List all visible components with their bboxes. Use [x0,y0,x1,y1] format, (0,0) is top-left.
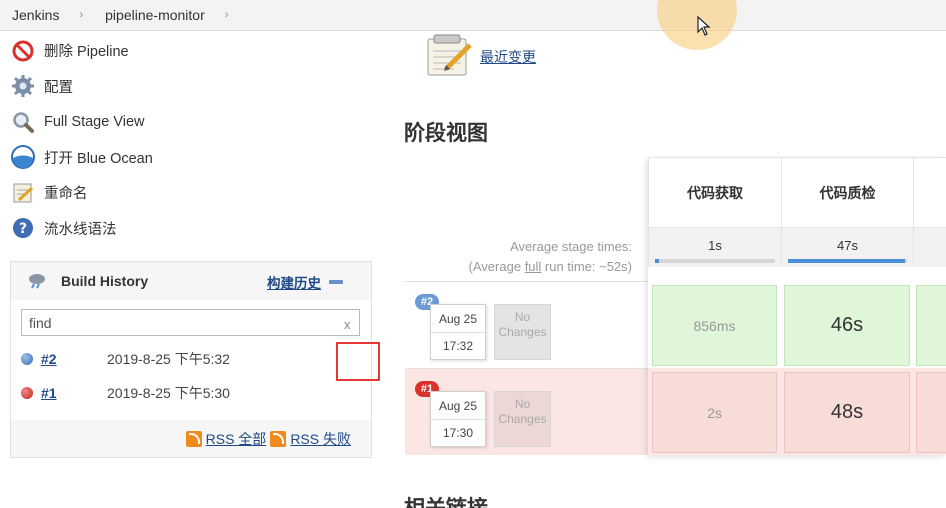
stage-duration: 46s [830,314,864,336]
stage-cell-failed[interactable]: 2s [652,372,777,453]
build-history-title: Build History [61,273,149,289]
gear-icon [10,73,36,99]
task-open-blue-ocean[interactable]: 打开 Blue Ocean [10,140,370,176]
stage-average-bar-fill [788,259,905,263]
notepad-icon [424,31,474,79]
breadcrumb-pipeline-monitor[interactable]: pipeline-monitor [105,7,205,23]
task-label: Full Stage View [44,113,145,130]
related-links-title: 相关链接 [404,492,488,508]
breadcrumb-separator: › [79,9,84,21]
stage-view-title: 阶段视图 [404,122,488,145]
task-label: 配置 [44,79,73,96]
rss-all-link[interactable]: RSS 全部 [206,429,267,449]
task-pipeline-syntax[interactable]: ? 流水线语法 [10,211,370,247]
stage-cell-success[interactable]: 46s [784,285,910,366]
stage-average-bar [655,259,775,263]
build-history-body: x #2 2019-8-25 下午5:32 #1 2019-8-25 下午5:3… [11,300,371,420]
build-history-panel: Build History 构建历史 x #2 2019-8-25 下午5:32… [10,261,372,458]
recent-changes-link[interactable]: 最近变更 [480,47,536,67]
status-ball-blue-icon [21,353,33,365]
build-date: 2019-8-25 下午5:30 [107,385,230,401]
rss-icon [185,431,202,447]
no-changes-box: No Changes [494,304,551,360]
build-number-link[interactable]: #1 [41,385,107,401]
breadcrumb-separator[interactable]: › [225,9,229,21]
blue-ocean-icon [10,144,36,170]
stage-average [913,227,946,267]
rss-failed-link[interactable]: RSS 失败 [290,429,351,449]
no-changes-box: No Changes [494,391,551,447]
full-run-link[interactable]: full [525,259,542,274]
task-label: 删除 Pipeline [44,44,129,61]
highlight-box [336,342,380,381]
average-times-label: Average stage times: (Average full run t… [469,237,632,277]
run-row[interactable]: #2 Aug 25 17:32 No Changes [405,281,648,368]
run-time: 17:30 [442,426,474,440]
stage-duration: 48s [830,401,864,423]
run-date-box: Aug 25 17:30 [430,391,486,447]
build-row[interactable]: #2 2019-8-25 下午5:32 [11,343,371,375]
run-time: 17:32 [442,339,474,353]
rss-icon [270,431,287,447]
mouse-cursor-icon [697,15,711,39]
help-icon: ? [10,215,36,241]
stage-average-bar [788,259,907,263]
clear-search-icon[interactable]: x [344,317,351,332]
stage-average-bar-fill [655,259,659,263]
avg-stage-times-text: Average stage times: [510,239,632,254]
stage-average-time: 1s [708,238,722,253]
stage-average-time: 47s [837,238,858,253]
task-label: 重命名 [44,186,88,203]
breadcrumb: Jenkins › pipeline-monitor › [0,0,946,31]
task-rename[interactable]: 重命名 [10,175,370,211]
task-configure[interactable]: 配置 [10,69,370,105]
task-label: 流水线语法 [44,221,117,238]
run-date-box: Aug 25 17:32 [430,304,486,360]
build-number-link[interactable]: #2 [41,351,107,367]
stage-cell-success[interactable]: 856ms [652,285,777,366]
weather-icon [27,271,47,292]
stage-cell-success[interactable] [916,285,946,366]
task-full-stage-view[interactable]: Full Stage View [10,104,370,140]
stage-duration: 2s [707,404,722,421]
stage-cell-failed[interactable]: 48s [784,372,910,453]
collapse-icon[interactable] [329,280,343,284]
build-date: 2019-8-25 下午5:32 [107,351,230,367]
stage-header: 代码获取 [648,157,781,227]
breadcrumb-jenkins[interactable]: Jenkins [12,7,59,23]
status-ball-red-icon [21,387,33,399]
side-task-list: 删除 Pipeline 配置 Full Stage View 打开 Blue O… [10,33,370,246]
build-history-trend-link[interactable]: 构建历史 [267,272,321,292]
run-date: Aug 25 [431,392,485,420]
notepad-icon [10,180,36,206]
stage-cell-failed[interactable] [916,372,946,453]
stage-header: 代码质检 [781,157,913,227]
stage-header [913,157,946,227]
avg-full-run-text: (Average full run time: ~52s) [468,259,632,274]
rss-links: RSS 全部 RSS 失败 [11,420,371,458]
magnifier-icon [10,109,36,135]
stage-average: 1s [648,227,781,267]
task-delete-pipeline[interactable]: 删除 Pipeline [10,33,370,69]
build-search-input[interactable] [21,309,360,336]
build-row[interactable]: #1 2019-8-25 下午5:30 [11,377,371,409]
stage-duration: 856ms [693,317,736,334]
task-label: 打开 Blue Ocean [44,150,153,167]
svg-text:?: ? [19,221,27,237]
stage-average: 47s [781,227,913,267]
delete-icon [10,38,36,64]
run-row[interactable]: #1 Aug 25 17:30 No Changes [405,368,648,455]
run-date: Aug 25 [431,305,485,333]
